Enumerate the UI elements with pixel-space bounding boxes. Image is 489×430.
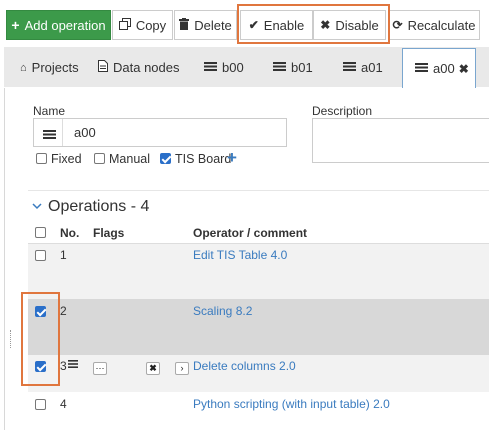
home-icon: ⌂ <box>20 61 27 74</box>
fixed-label: Fixed <box>51 152 82 166</box>
tis-board-checkbox[interactable] <box>160 153 171 164</box>
file-icon <box>98 60 108 75</box>
plus-icon: + <box>11 17 20 33</box>
enable-button[interactable]: ✔ Enable <box>240 10 313 40</box>
fixed-checkbox[interactable] <box>36 153 47 164</box>
name-field[interactable]: a00 <box>33 118 287 147</box>
table-icon <box>415 62 428 75</box>
row-number: 4 <box>60 397 67 411</box>
table-icon <box>273 61 286 74</box>
operations-title: Operations - 4 <box>48 198 150 215</box>
table-row[interactable] <box>28 299 489 355</box>
col-header-flags: Flags <box>93 226 125 240</box>
disable-button[interactable]: ✖ Disable <box>313 10 386 40</box>
collapse-chevron-icon[interactable] <box>32 199 42 214</box>
description-field[interactable] <box>312 118 489 163</box>
copy-icon <box>118 17 131 33</box>
resize-handle[interactable] <box>10 330 12 348</box>
tab-projects[interactable]: ⌂ Projects <box>20 50 79 85</box>
col-header-operator: Operator / comment <box>193 226 308 240</box>
more-options-icon[interactable]: ⋯ <box>93 362 107 375</box>
name-label: Name <box>33 104 66 118</box>
copy-button[interactable]: Copy <box>112 10 173 40</box>
drag-handle-icon[interactable] <box>68 358 78 372</box>
table-icon <box>204 61 217 74</box>
expand-icon[interactable]: › <box>175 362 189 375</box>
select-all-checkbox[interactable] <box>35 227 46 238</box>
input-divider <box>62 119 63 146</box>
add-board-icon[interactable]: + <box>227 148 237 168</box>
operator-link[interactable]: Delete columns 2.0 <box>193 359 296 373</box>
recalculate-button[interactable]: ⟳ Recalculate <box>388 10 480 40</box>
operator-link[interactable]: Scaling 8.2 <box>193 304 252 318</box>
row-number: 2 <box>60 304 67 318</box>
refresh-icon: ⟳ <box>392 18 403 32</box>
tab-b01[interactable]: b01 <box>273 50 313 85</box>
manual-label: Manual <box>109 152 150 166</box>
description-label: Description <box>312 104 373 118</box>
manual-checkbox[interactable] <box>94 153 105 164</box>
row-checkbox[interactable] <box>35 361 46 372</box>
row-number: 3 <box>60 359 67 373</box>
close-tab-icon[interactable]: ✖ <box>459 62 469 76</box>
row-number: 1 <box>60 248 67 262</box>
tis-board-label: TIS Board <box>175 152 232 166</box>
x-icon: ✖ <box>320 18 331 32</box>
check-icon: ✔ <box>248 18 259 32</box>
add-operation-button[interactable]: + Add operation <box>6 10 111 40</box>
tab-a01[interactable]: a01 <box>343 50 383 85</box>
tab-a00[interactable]: a00 ✖ <box>402 48 476 88</box>
section-divider <box>28 190 489 191</box>
panel-border <box>4 88 5 430</box>
table-icon <box>43 128 56 142</box>
trash-icon <box>179 17 190 33</box>
tab-b00[interactable]: b00 <box>204 50 244 85</box>
row-checkbox[interactable] <box>35 306 46 317</box>
col-header-no: No. <box>60 226 80 240</box>
row-checkbox[interactable] <box>35 250 46 261</box>
operator-link[interactable]: Python scripting (with input table) 2.0 <box>193 397 390 411</box>
tab-data-nodes[interactable]: Data nodes <box>98 50 180 85</box>
name-value: a00 <box>74 125 96 140</box>
delete-button[interactable]: Delete <box>174 10 237 40</box>
table-icon <box>343 61 356 74</box>
operator-link[interactable]: Edit TIS Table 4.0 <box>193 248 287 262</box>
row-checkbox[interactable] <box>35 399 46 410</box>
remove-operation-icon[interactable]: ✖ <box>146 362 160 375</box>
